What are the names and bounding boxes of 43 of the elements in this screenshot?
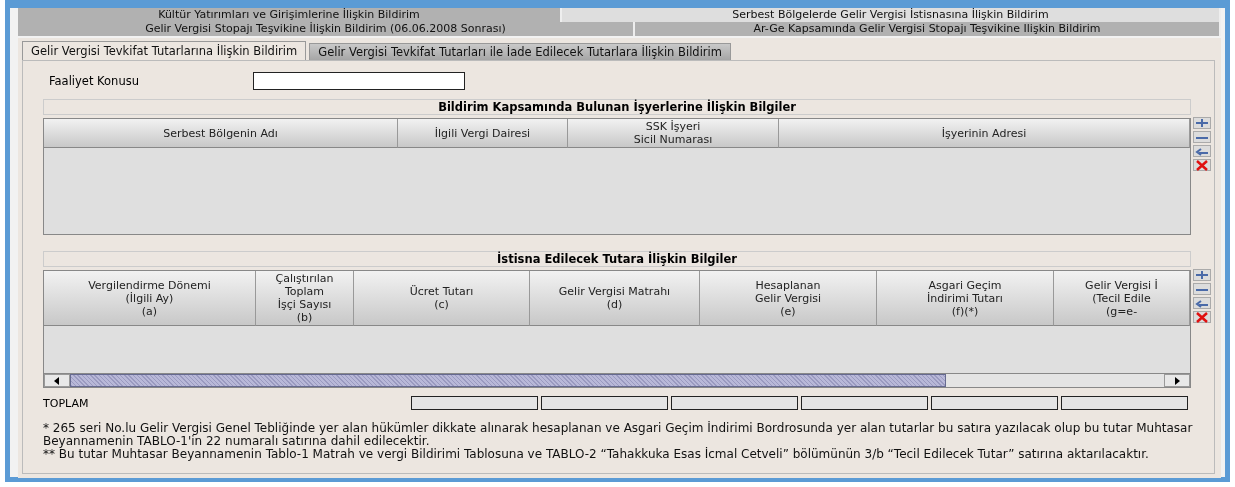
tab[interactable]: Gelir Vergisi Stopajı Teşvikine İlişkin Bildirim (06.06.2008 Sonrası) [18,22,635,36]
scroll-left-button[interactable] [44,374,70,387]
column-header: İlgili Vergi Dairesi [398,119,568,148]
tab[interactable]: Gelir Vergisi Tevkifat Tutarları ile İade Edilecek Tutarlara İlişkin Bildirim [309,43,731,60]
column-header: SSK İşyeri Sicil Numarası [568,119,779,148]
column-header: Ücret Tutarı (c) [354,271,530,326]
scroll-right-button[interactable] [1164,374,1190,387]
field-label: Faaliyet Konusu [48,74,140,88]
delete-button[interactable] [1193,159,1211,171]
remove-row-button[interactable] [1193,131,1211,143]
column-header: Serbest Bölgenin Adı [44,119,398,148]
column-header: İşyerinin Adresi [779,119,1190,148]
delete-button[interactable] [1193,311,1211,323]
column-header: Gelir Vergisi Matrahı (d) [530,271,700,326]
footnote: ** Bu tutar Muhtasar Beyannamenin Tablo-1 Matrah ve vergi Bildirimi Tablosuna ve TABLO-2 “Tahakkuka Esas İcmal Cetveli” bölümünün 3/b “Tecil Edilecek Tutar” satırına aktarılacaktır. [43,448,1150,461]
remove-row-button[interactable] [1193,283,1211,295]
column-header: Çalıştırılan Toplam İşçi Sayısı (b) [256,271,354,326]
column-header: Gelir Vergisi İ (Tecil Edile (g=e- [1054,271,1190,326]
undo-button[interactable] [1193,297,1211,309]
close-icon [1194,159,1210,171]
plus-icon [1194,269,1210,281]
section-title: Bildirim Kapsamında Bulunan İşyerlerine İlişkin Bilgiler [43,99,1191,115]
plus-icon [1194,117,1210,129]
scrollbar-thumb[interactable] [70,374,946,387]
triangle-left-icon [53,376,61,385]
total-label: TOPLAM [43,396,90,410]
undo-button[interactable] [1193,145,1211,157]
input-field[interactable] [253,72,465,90]
add-row-button[interactable] [1193,117,1211,129]
tab[interactable]: Ar-Ge Kapsamında Gelir Vergisi Stopajı Teşvikine Ilişkin Bildirim [635,22,1221,36]
tab[interactable]: Kültür Yatırımları ve Girişimlerine İlişkin Bildirim [18,8,562,22]
close-icon [1194,311,1210,323]
section-title: İstisna Edilecek Tutara İlişkin Bilgiler [43,251,1191,267]
triangle-right-icon [1173,376,1181,385]
undo-icon [1194,297,1210,309]
undo-icon [1194,145,1210,157]
tab[interactable]: Serbest Bölgelerde Gelir Vergisi İstisnasına İlişkin Bildirim [562,8,1221,22]
tab[interactable]: Gelir Vergisi Tevkifat Tutarlarına İlişkin Bildirim [22,41,307,60]
column-header: Hesaplanan Gelir Vergisi (e) [700,271,877,326]
column-header: Asgari Geçim İndirimi Tutarı (f)(*) [877,271,1054,326]
column-header: Vergilendirme Dönemi (İlgili Ay) (a) [44,271,256,326]
footnote: * 265 seri No.lu Gelir Vergisi Genel Tebliğinde yer alan hükümler dikkate alınarak hesaplanan ve Asgari Geçim İndirimi Bordrosunda yer alan tutarlar bu satıra yazılacak olup bu tutar Muhtasar Beyannamenin TABLO-1'in 22 numaralı satırına dahil edilecektir. [43,422,1194,448]
add-row-button[interactable] [1193,269,1211,281]
